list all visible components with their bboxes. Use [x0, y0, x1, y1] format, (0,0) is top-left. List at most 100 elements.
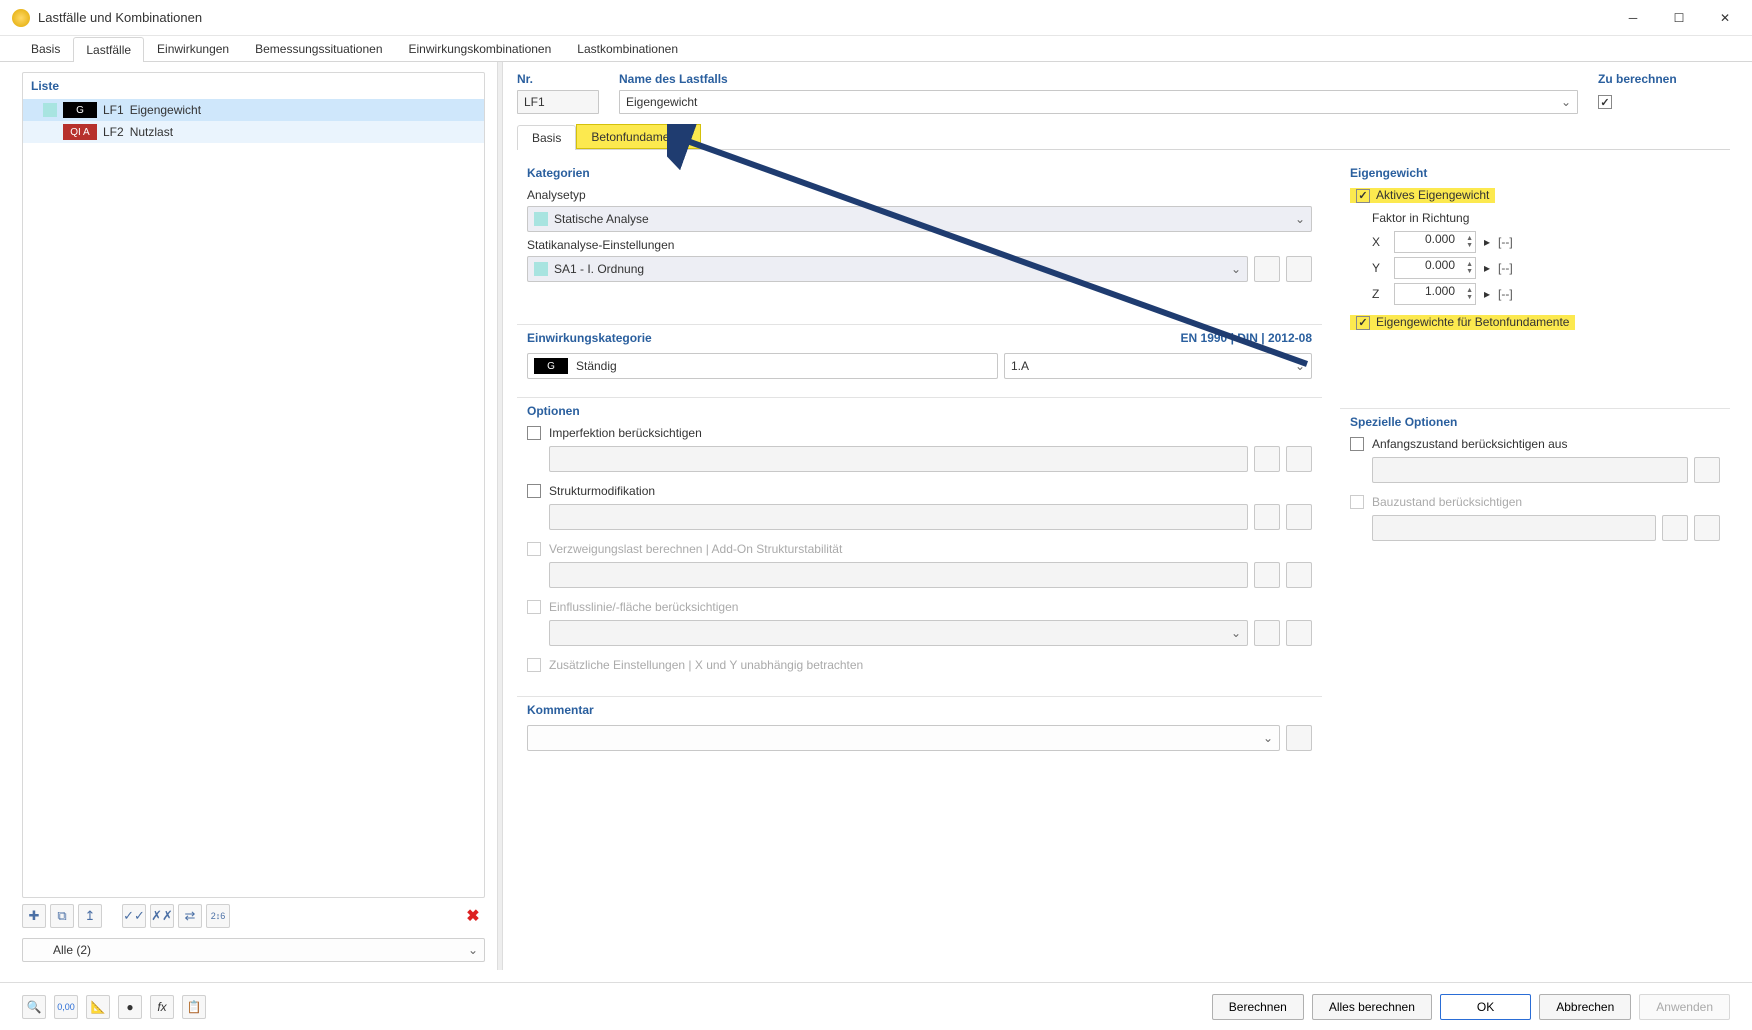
check-all-icon[interactable]: ✓✓	[122, 904, 146, 928]
load-case-list: G LF1 Eigengewicht QI A LF2 Nutzlast	[23, 99, 484, 897]
beton-eigengewicht-check[interactable]	[1356, 316, 1370, 330]
ok-button[interactable]: OK	[1440, 994, 1531, 1020]
kommentar-edit-icon[interactable]	[1286, 725, 1312, 751]
imperfektion-check[interactable]	[527, 426, 541, 440]
footer: 🔍 0,00 📐 ● fx 📋 Berechnen Alles berechne…	[0, 982, 1752, 1030]
anfang-combo[interactable]	[1372, 457, 1688, 483]
swap-icon[interactable]: ⇄	[178, 904, 202, 928]
badge-qi: QI A	[63, 124, 97, 140]
maximize-button[interactable]: ☐	[1656, 3, 1702, 33]
nr-label: Nr.	[517, 72, 599, 86]
subtab-basis[interactable]: Basis	[517, 125, 576, 150]
new-icon[interactable]	[1254, 504, 1280, 530]
kategorien-title: Kategorien	[527, 166, 1312, 180]
dot-icon[interactable]: ●	[118, 995, 142, 1019]
edit-icon[interactable]	[1286, 504, 1312, 530]
statik-label: Statikanalyse-Einstellungen	[527, 238, 1312, 252]
calc-checkbox[interactable]	[1598, 95, 1612, 109]
badge-g: G	[63, 102, 97, 118]
name-label: Name des Lastfalls	[619, 72, 1578, 86]
nr-input[interactable]: LF1	[517, 90, 599, 114]
search-icon[interactable]: 🔍	[22, 995, 46, 1019]
function-icon[interactable]: fx	[150, 995, 174, 1019]
verzweigung-check	[527, 542, 541, 556]
left-pane: Liste G LF1 Eigengewicht QI A LF2 Nutzla…	[0, 62, 497, 970]
sub-tabs: Basis Betonfundamente	[517, 124, 1730, 150]
new-icon[interactable]: ✚	[22, 904, 46, 928]
new-icon	[1254, 562, 1280, 588]
imperfektion-combo[interactable]	[549, 446, 1248, 472]
subtab-betonfundamente[interactable]: Betonfundamente	[576, 124, 701, 149]
einfluss-check	[527, 600, 541, 614]
kommentar-title: Kommentar	[527, 703, 1312, 717]
kommentar-combo[interactable]: ⌄	[527, 725, 1280, 751]
struktur-check[interactable]	[527, 484, 541, 498]
filter-combo[interactable]: Alle (2) ⌄	[22, 938, 485, 962]
einfluss-combo: ⌄	[549, 620, 1248, 646]
tab-lastfaelle[interactable]: Lastfälle	[73, 37, 144, 62]
tab-einwkombos[interactable]: Einwirkungskombinationen	[396, 36, 565, 61]
verzweigung-combo	[549, 562, 1248, 588]
window-title: Lastfälle und Kombinationen	[38, 10, 1610, 25]
lc-name: Eigengewicht	[130, 103, 201, 117]
list-header: Liste	[23, 73, 484, 99]
statik-combo[interactable]: SA1 - I. Ordnung⌄	[527, 256, 1248, 282]
faktor-z-input[interactable]: 1.000▲▼	[1394, 283, 1476, 305]
filter-label: Alle (2)	[53, 943, 91, 957]
list-item[interactable]: QI A LF2 Nutzlast	[23, 121, 484, 143]
calc-label: Zu berechnen	[1598, 72, 1730, 86]
edit-icon	[1694, 515, 1720, 541]
edit-settings-icon[interactable]	[1286, 256, 1312, 282]
minimize-button[interactable]: ─	[1610, 3, 1656, 33]
uncheck-all-icon[interactable]: ✗✗	[150, 904, 174, 928]
anwenden-button: Anwenden	[1639, 994, 1730, 1020]
new-settings-icon[interactable]	[1254, 256, 1280, 282]
sort-icon[interactable]: 2↕6	[206, 904, 230, 928]
einwirkung-code-combo[interactable]: 1.A⌄	[1004, 353, 1312, 379]
edit-icon	[1286, 620, 1312, 646]
edit-icon	[1286, 562, 1312, 588]
einwirkung-title: Einwirkungskategorie EN 1990 | DIN | 201…	[527, 331, 1312, 345]
close-button[interactable]: ✕	[1702, 3, 1748, 33]
struktur-combo[interactable]	[549, 504, 1248, 530]
chevron-down-icon: ⌄	[1561, 95, 1571, 109]
abbrechen-button[interactable]: Abbrechen	[1539, 994, 1631, 1020]
einwirkung-combo[interactable]: GStändig	[527, 353, 998, 379]
units-icon[interactable]: 📐	[86, 995, 110, 1019]
analysetyp-label: Analysetyp	[527, 188, 1312, 202]
app-icon	[12, 9, 30, 27]
faktor-y-input[interactable]: 0.000▲▼	[1394, 257, 1476, 279]
tab-basis[interactable]: Basis	[18, 36, 73, 61]
new-icon	[1254, 620, 1280, 646]
zusatz-check	[527, 658, 541, 672]
optionen-title: Optionen	[527, 404, 1312, 418]
new-icon[interactable]	[1254, 446, 1280, 472]
titlebar: Lastfälle und Kombinationen ─ ☐ ✕	[0, 0, 1752, 36]
tab-bemessung[interactable]: Bemessungssituationen	[242, 36, 395, 61]
list-item[interactable]: G LF1 Eigengewicht	[23, 99, 484, 121]
lc-code: LF1	[103, 103, 124, 117]
right-pane: Nr. LF1 Name des Lastfalls Eigengewicht⌄…	[503, 62, 1752, 970]
calendar-icon[interactable]: 📋	[182, 995, 206, 1019]
tab-lastkombos[interactable]: Lastkombinationen	[564, 36, 691, 61]
copy-icon[interactable]: ⧉	[50, 904, 74, 928]
analysetyp-combo[interactable]: Statische Analyse⌄	[527, 206, 1312, 232]
berechnen-button[interactable]: Berechnen	[1212, 994, 1304, 1020]
anfang-check[interactable]	[1350, 437, 1364, 451]
tab-einwirkungen[interactable]: Einwirkungen	[144, 36, 242, 61]
chevron-down-icon: ⌄	[468, 943, 478, 957]
main-tabs: Basis Lastfälle Einwirkungen Bemessungss…	[0, 36, 1752, 62]
edit-icon[interactable]	[1286, 446, 1312, 472]
norm-label: EN 1990 | DIN | 2012-08	[1181, 331, 1312, 345]
faktor-x-input[interactable]: 0.000▲▼	[1394, 231, 1476, 253]
decimals-icon[interactable]: 0,00	[54, 995, 78, 1019]
alles-berechnen-button[interactable]: Alles berechnen	[1312, 994, 1432, 1020]
edit-icon[interactable]	[1694, 457, 1720, 483]
new-icon	[1662, 515, 1688, 541]
name-combo[interactable]: Eigengewicht⌄	[619, 90, 1578, 114]
faktor-label: Faktor in Richtung	[1372, 211, 1720, 225]
lc-name: Nutzlast	[130, 125, 173, 139]
delete-icon[interactable]: ✖	[461, 904, 485, 928]
aktiv-eigengewicht-check[interactable]	[1356, 189, 1370, 203]
import-icon[interactable]: ↥	[78, 904, 102, 928]
